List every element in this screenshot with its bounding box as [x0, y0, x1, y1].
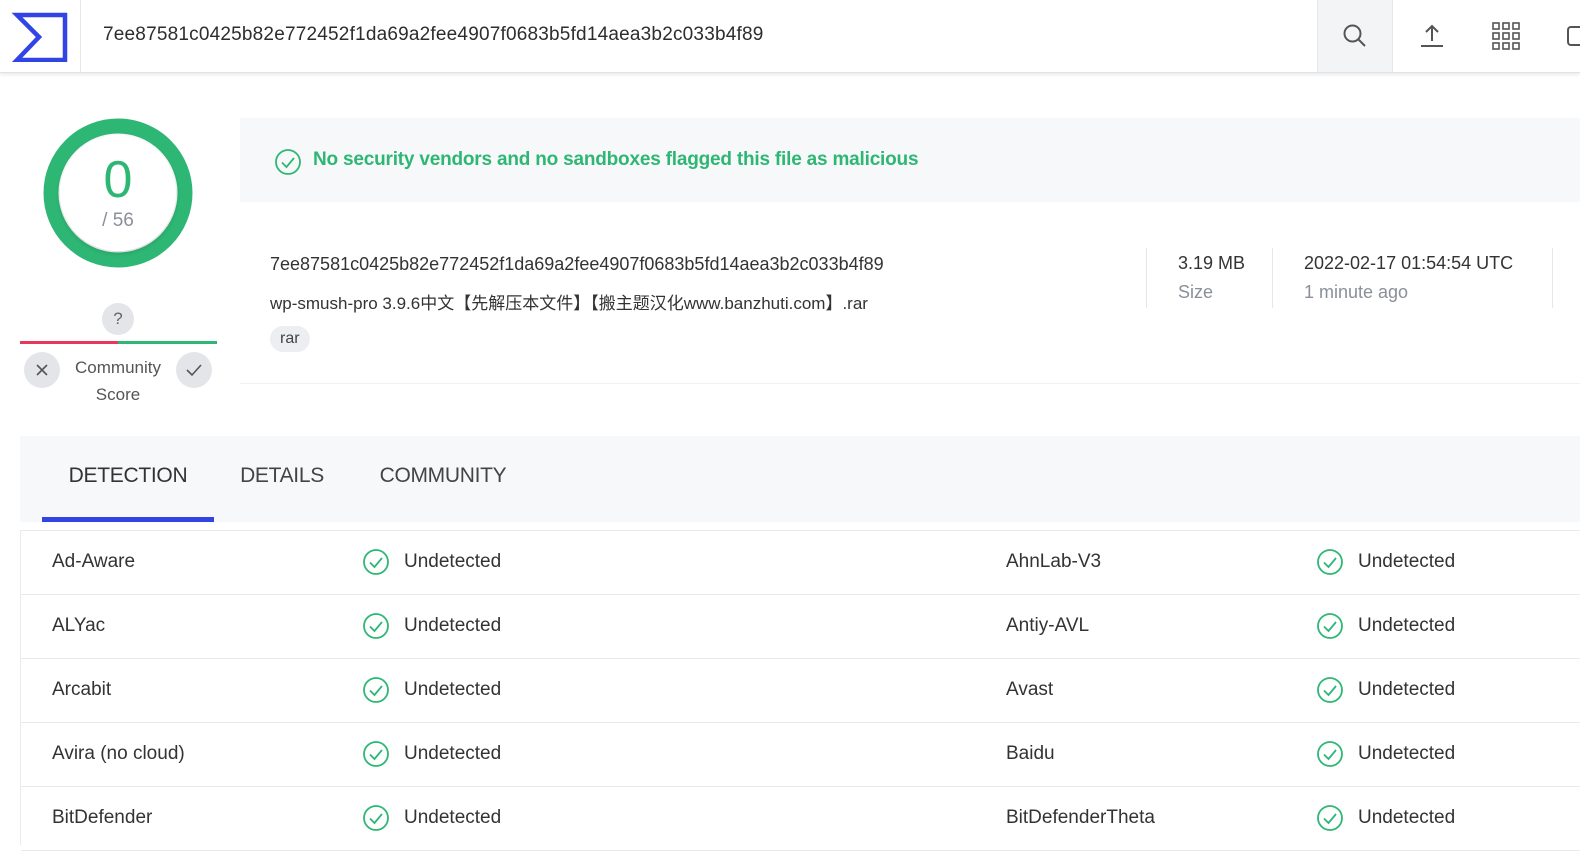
check-circle-icon	[363, 613, 389, 639]
check-circle-icon	[363, 805, 389, 831]
result-label: Undetected	[404, 807, 502, 828]
detection-count: 0	[103, 151, 133, 209]
tab-details[interactable]: DETAILS	[224, 436, 340, 522]
table-row: ALYac Undetected Antiy-AVL Undetected	[21, 595, 1580, 659]
tab-detection[interactable]: DETECTION	[42, 436, 214, 522]
malicious-vote-bar	[20, 341, 118, 344]
engine-name: Ad-Aware	[52, 551, 136, 572]
logo-icon[interactable]	[0, 0, 81, 72]
check-circle-icon	[275, 149, 301, 175]
engine-name: Baidu	[1006, 743, 1055, 764]
result-label: Undetected	[1358, 615, 1456, 636]
engine-name: Antiy-AVL	[1006, 615, 1090, 636]
engine-name: Arcabit	[52, 679, 112, 700]
engine-result: Undetected	[1316, 531, 1455, 593]
result-label: Undetected	[404, 679, 502, 700]
engine-result: Undetected	[362, 595, 501, 657]
tab-community[interactable]: COMMUNITY	[360, 436, 526, 522]
check-circle-icon	[363, 677, 389, 703]
account-button[interactable]	[1558, 0, 1580, 72]
engine-name: BitDefender	[52, 807, 153, 828]
engine-name: ALYac	[52, 615, 106, 636]
file-size-label: Size	[1178, 282, 1214, 302]
community-score-label: Community Score	[75, 358, 161, 404]
check-circle-icon	[1317, 549, 1343, 575]
vote-malicious-button[interactable]	[24, 352, 60, 388]
result-label: Undetected	[404, 615, 502, 636]
close-icon	[36, 364, 48, 376]
result-label: Undetected	[1358, 807, 1456, 828]
verdict-banner: No security vendors and no sandboxes fla…	[240, 118, 1580, 202]
result-label: Undetected	[1358, 679, 1456, 700]
search-input[interactable]: 7ee87581c0425b82e772452f1da69a2fee4907f0…	[103, 0, 1303, 72]
community-score-badge: ?	[102, 303, 134, 335]
result-label: Undetected	[1358, 743, 1456, 764]
engine-result: Undetected	[1316, 595, 1455, 657]
community-score: ? Community Score	[20, 300, 217, 410]
check-circle-icon	[1317, 613, 1343, 639]
divider	[1552, 248, 1553, 308]
account-icon	[1567, 26, 1580, 46]
engine-name: AhnLab-V3	[1006, 551, 1102, 572]
file-type-tag[interactable]: rar	[270, 326, 310, 352]
upload-button[interactable]	[1394, 0, 1470, 72]
check-circle-icon	[363, 549, 389, 575]
check-circle-icon	[1317, 741, 1343, 767]
engine-result: Undetected	[362, 787, 501, 849]
analysis-date-value: 2022-02-17 01:54:54 UTC	[1304, 253, 1514, 273]
detection-table: Ad-Aware Undetected AhnLab-V3 Undetected ALY…	[20, 530, 1580, 851]
analysis-date-relative: 1 minute ago	[1304, 282, 1409, 302]
file-size-value: 3.19 MB	[1178, 253, 1246, 273]
engine-total: / 56	[102, 210, 134, 231]
check-circle-icon	[363, 741, 389, 767]
file-info-card: 7ee87581c0425b82e772452f1da69a2fee4907f0…	[240, 202, 1580, 384]
file-name: wp-smush-pro 3.9.6中文【先解压本文件】【搬主题汉化www.ba…	[270, 294, 868, 313]
vote-harmless-button[interactable]	[176, 352, 212, 388]
engine-result: Undetected	[1316, 723, 1455, 785]
engine-name: BitDefenderTheta	[1006, 807, 1155, 828]
table-row: Avira (no cloud) Undetected Baidu Undetecte…	[21, 723, 1580, 787]
file-hash[interactable]: 7ee87581c0425b82e772452f1da69a2fee4907f0…	[270, 254, 884, 275]
search-icon	[1343, 24, 1366, 47]
engine-result: Undetected	[1316, 659, 1455, 721]
divider	[1272, 248, 1273, 308]
result-label: Undetected	[1358, 551, 1456, 572]
report-tabs: DETECTION DETAILS COMMUNITY	[20, 436, 1580, 522]
apps-button[interactable]	[1468, 0, 1544, 72]
top-bar: 7ee87581c0425b82e772452f1da69a2fee4907f0…	[0, 0, 1580, 73]
engine-name: Avira (no cloud)	[52, 743, 185, 764]
divider	[1146, 248, 1147, 308]
table-row: BitDefender Undetected BitDefenderTheta Und…	[21, 787, 1580, 851]
engine-result: Undetected	[1316, 787, 1455, 849]
result-label: Undetected	[404, 743, 502, 764]
check-icon	[186, 364, 202, 377]
table-row: Arcabit Undetected Avast Undetected	[21, 659, 1580, 723]
engine-result: Undetected	[362, 531, 501, 593]
result-label: Undetected	[404, 551, 502, 572]
apps-grid-icon	[1492, 22, 1520, 50]
engine-result: Undetected	[362, 723, 501, 785]
upload-icon	[1421, 24, 1443, 47]
check-circle-icon	[1317, 677, 1343, 703]
engine-name: Avast	[1006, 679, 1054, 700]
search-button[interactable]	[1317, 0, 1393, 72]
engine-result: Undetected	[362, 659, 501, 721]
check-circle-icon	[1317, 805, 1343, 831]
verdict-text: No security vendors and no sandboxes fla…	[313, 149, 919, 170]
harmless-vote-bar	[118, 341, 217, 344]
table-row: Ad-Aware Undetected AhnLab-V3 Undetected	[21, 531, 1580, 595]
